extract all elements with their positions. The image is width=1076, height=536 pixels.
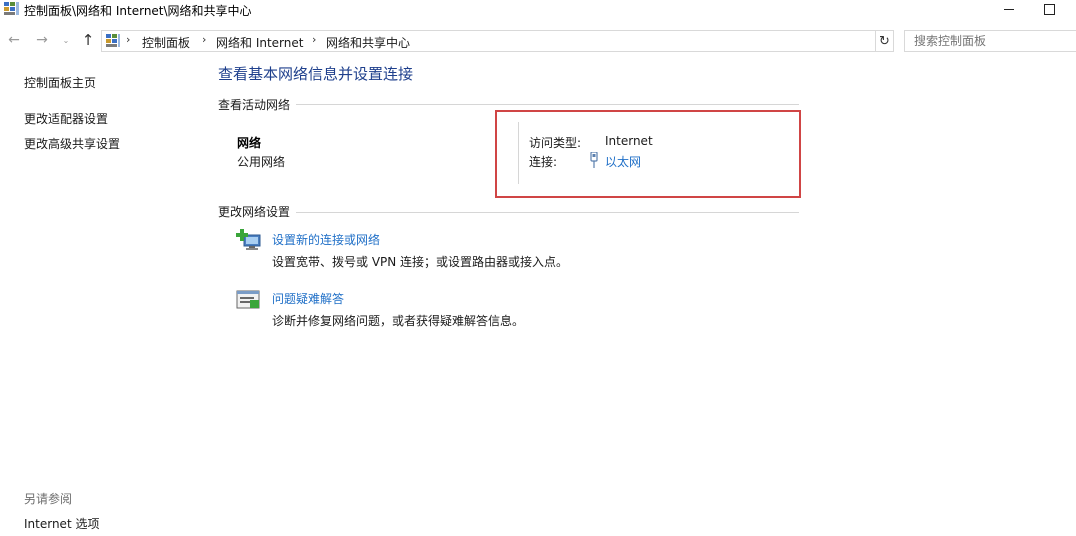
up-arrow-icon[interactable]: ↑	[78, 30, 98, 50]
minimize-button[interactable]	[994, 0, 1024, 18]
recent-locations-chevron-icon[interactable]: ⌄	[60, 30, 72, 50]
troubleshoot-icon	[236, 290, 260, 309]
sidebar-link-advanced-sharing[interactable]: 更改高级共享设置	[24, 135, 120, 152]
sidebar-link-control-panel-home[interactable]: 控制面板主页	[24, 74, 96, 91]
search-input[interactable]	[904, 30, 1076, 52]
refresh-icon[interactable]: ↻	[876, 30, 894, 52]
breadcrumb-separator-icon[interactable]: ›	[202, 33, 206, 46]
breadcrumb-network-internet[interactable]: 网络和 Internet	[216, 34, 303, 51]
control-panel-icon	[4, 2, 19, 15]
breadcrumb-network-sharing-center[interactable]: 网络和共享中心	[326, 34, 410, 51]
setup-new-connection-description: 设置宽带、拨号或 VPN 连接；或设置路由器或接入点。	[272, 255, 569, 269]
breadcrumb-separator-icon[interactable]: ›	[126, 33, 130, 46]
sidebar-link-internet-options[interactable]: Internet 选项	[24, 515, 99, 532]
highlight-annotation-box	[495, 110, 801, 198]
window-title: 控制面板\网络和 Internet\网络和共享中心	[24, 4, 252, 18]
title-bar: 控制面板\网络和 Internet\网络和共享中心	[0, 0, 1076, 20]
new-connection-icon	[236, 229, 261, 250]
setup-new-connection-link[interactable]: 设置新的连接或网络	[272, 231, 380, 248]
back-arrow-icon[interactable]: ←	[4, 30, 24, 50]
active-networks-heading: 查看活动网络	[218, 96, 297, 113]
section-divider	[296, 104, 799, 105]
section-divider	[296, 212, 799, 213]
breadcrumb-control-panel[interactable]: 控制面板	[142, 34, 190, 51]
network-type: 公用网络	[237, 155, 286, 169]
maximize-button[interactable]	[1034, 0, 1064, 18]
control-panel-icon	[106, 34, 120, 47]
change-settings-heading: 更改网络设置	[218, 203, 297, 220]
page-title: 查看基本网络信息并设置连接	[218, 65, 414, 83]
see-also-heading: 另请参阅	[24, 492, 73, 506]
sidebar-link-adapter-settings[interactable]: 更改适配器设置	[24, 110, 108, 127]
navigation-bar: ← → ⌄ ↑ › 控制面板 › 网络和 Internet › 网络和共享中心 …	[0, 28, 1076, 52]
troubleshoot-problems-description: 诊断并修复网络问题，或者获得疑难解答信息。	[272, 314, 525, 328]
troubleshoot-problems-link[interactable]: 问题疑难解答	[272, 290, 344, 307]
forward-arrow-icon[interactable]: →	[32, 30, 52, 50]
breadcrumb-separator-icon[interactable]: ›	[312, 33, 316, 46]
address-bar[interactable]: › 控制面板 › 网络和 Internet › 网络和共享中心 ⌄	[101, 30, 971, 52]
network-name: 网络	[237, 136, 262, 150]
